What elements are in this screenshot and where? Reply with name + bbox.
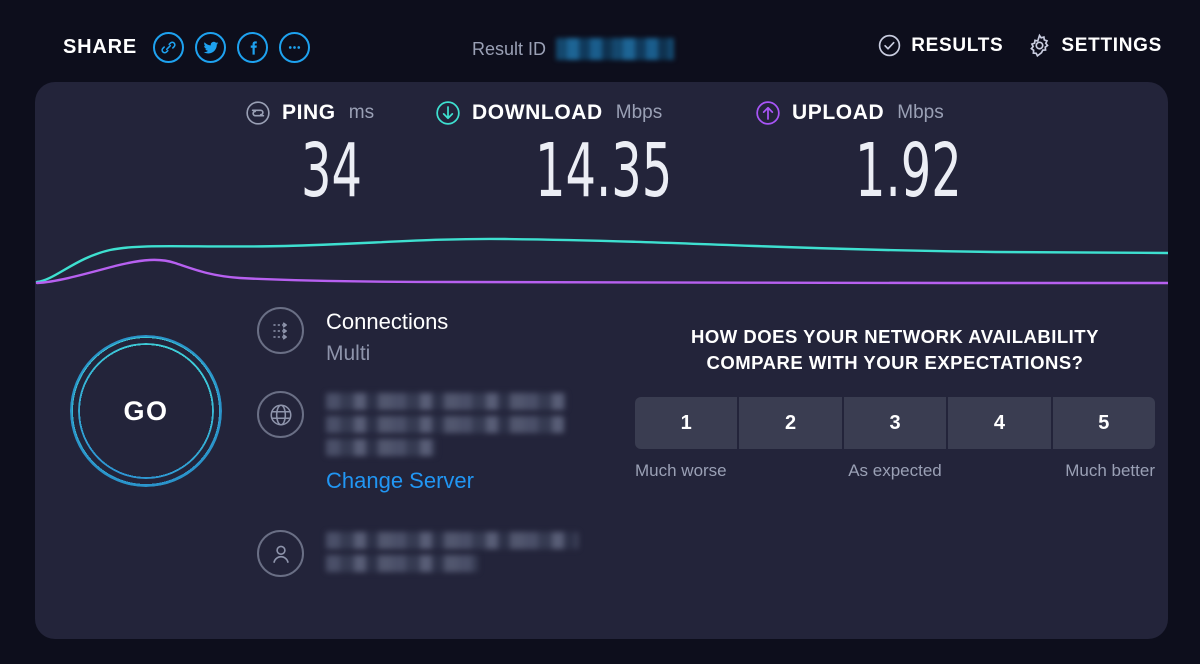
survey-scale-labels: Much worse As expected Much better xyxy=(635,461,1155,481)
metric-download-name: DOWNLOAD xyxy=(472,101,603,124)
globe-icon xyxy=(257,391,304,438)
metric-download-unit: Mbps xyxy=(615,102,663,123)
speedtest-result-page: SHARE Result ID RESULTS SETTINGS PING ms… xyxy=(0,0,1200,664)
survey-label-right: Much better xyxy=(1065,461,1155,480)
metric-download-head: DOWNLOAD Mbps xyxy=(435,100,755,126)
share-facebook-button[interactable] xyxy=(237,32,269,63)
survey-rating-2[interactable]: 2 xyxy=(739,397,844,449)
user-isp-body xyxy=(326,530,617,578)
results-button[interactable]: RESULTS xyxy=(877,33,1003,58)
info-column: Connections Multi Change Server xyxy=(257,307,617,588)
survey-rating-row: 1 2 3 4 5 xyxy=(635,397,1155,449)
isp-redacted-line-1 xyxy=(326,532,578,549)
result-id-value-redacted xyxy=(556,38,675,60)
survey-rating-1[interactable]: 1 xyxy=(635,397,740,449)
twitter-icon xyxy=(203,40,219,56)
gear-icon xyxy=(1027,33,1052,58)
metric-ping-unit: ms xyxy=(348,102,375,123)
survey-rating-5[interactable]: 5 xyxy=(1052,397,1155,449)
metric-upload-value: 1.92 xyxy=(855,128,962,214)
results-label: RESULTS xyxy=(911,34,1004,56)
server-name-redacted-line-2 xyxy=(326,416,564,433)
ping-icon xyxy=(245,100,271,126)
metric-ping-head: PING ms xyxy=(245,100,435,126)
share-label: SHARE xyxy=(63,36,138,58)
survey-rating-3[interactable]: 3 xyxy=(843,397,949,449)
result-panel: PING ms 34 DOWNLOAD Mbps 14.35 UPLOAD Mb… xyxy=(35,82,1168,639)
metric-upload-head: UPLOAD Mbps xyxy=(755,100,1005,126)
settings-label: SETTINGS xyxy=(1061,34,1162,56)
top-bar-actions: RESULTS SETTINGS xyxy=(877,33,1162,58)
share-more-button[interactable] xyxy=(279,32,311,63)
share-twitter-button[interactable] xyxy=(195,32,227,63)
metric-download: DOWNLOAD Mbps 14.35 xyxy=(435,100,755,210)
check-circle-icon xyxy=(877,33,902,58)
server-name-redacted-line-1 xyxy=(326,393,566,410)
server-name-redacted-line-3 xyxy=(326,439,436,456)
change-server-link[interactable]: Change Server xyxy=(326,468,474,494)
go-button[interactable]: GO xyxy=(70,335,222,487)
survey-rating-4[interactable]: 4 xyxy=(948,397,1053,449)
user-isp-row[interactable] xyxy=(257,530,617,578)
upload-arrow-icon xyxy=(755,100,781,126)
connections-body: Connections Multi xyxy=(326,307,617,366)
connections-arrows-icon xyxy=(257,307,304,354)
survey-question: HOW DOES YOUR NETWORK AVAILABILITY COMPA… xyxy=(635,324,1155,376)
facebook-icon xyxy=(245,40,261,56)
server-body: Change Server xyxy=(326,391,617,494)
download-curve xyxy=(35,237,1168,284)
top-bar: SHARE Result ID RESULTS SETTINGS xyxy=(0,0,1200,82)
survey: HOW DOES YOUR NETWORK AVAILABILITY COMPA… xyxy=(635,324,1155,481)
download-arrow-icon xyxy=(435,100,461,126)
server-row[interactable]: Change Server xyxy=(257,391,617,494)
metric-download-value: 14.35 xyxy=(535,128,673,214)
person-icon xyxy=(257,530,304,577)
connections-title: Connections xyxy=(326,309,449,334)
isp-redacted-line-2 xyxy=(326,555,478,572)
metric-upload-unit: Mbps xyxy=(897,102,944,123)
result-id: Result ID xyxy=(472,38,675,60)
result-id-label: Result ID xyxy=(472,38,547,59)
more-icon xyxy=(286,39,303,56)
metric-ping-value: 34 xyxy=(301,128,362,214)
survey-label-middle: As expected xyxy=(848,461,942,480)
speed-graph xyxy=(35,230,1168,295)
metric-ping: PING ms 34 xyxy=(245,100,435,210)
link-icon xyxy=(160,39,177,56)
share-group: SHARE xyxy=(63,32,311,63)
metric-ping-name: PING xyxy=(282,101,336,124)
connections-row[interactable]: Connections Multi xyxy=(257,307,617,366)
metric-upload-name: UPLOAD xyxy=(792,101,885,124)
survey-question-line-1: HOW DOES YOUR NETWORK AVAILABILITY xyxy=(691,326,1099,347)
survey-question-line-2: COMPARE WITH YOUR EXPECTATIONS? xyxy=(706,352,1084,373)
metric-upload: UPLOAD Mbps 1.92 xyxy=(755,100,1005,210)
upload-curve xyxy=(35,258,1168,285)
survey-label-left: Much worse xyxy=(635,461,727,480)
settings-button[interactable]: SETTINGS xyxy=(1027,33,1162,58)
go-button-wrap: GO xyxy=(55,325,240,505)
share-link-button[interactable] xyxy=(153,32,185,63)
connections-value: Multi xyxy=(326,342,371,365)
go-label: GO xyxy=(123,395,169,426)
